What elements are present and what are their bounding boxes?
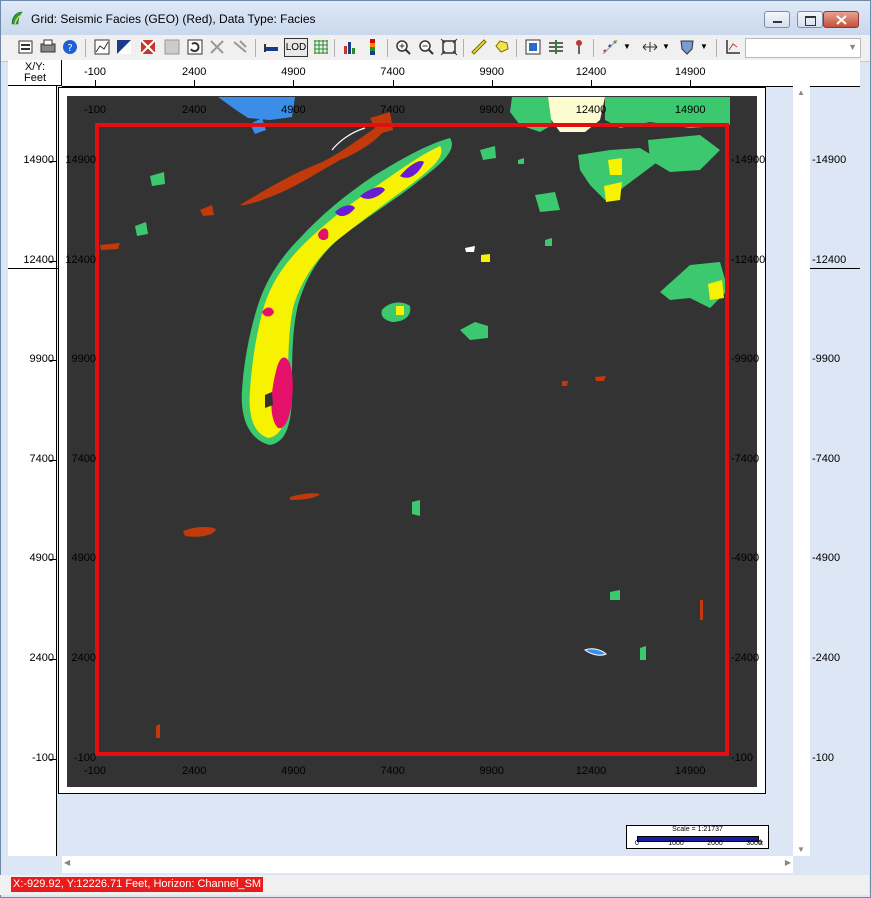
map-x-tick-top: 2400 [181, 104, 207, 116]
top-ruler-tick-label: 4900 [281, 66, 306, 78]
map-background [67, 96, 757, 787]
right-ruler-tick-label: -7400 [812, 452, 841, 465]
map-x-tick-bottom: -100 [83, 765, 107, 777]
yellow-cluster-center [396, 306, 404, 315]
scale-bar-line [637, 836, 759, 842]
map-x-tick-top: 7400 [380, 104, 405, 116]
map-y-tick-left: 12400 [65, 253, 96, 266]
top-ruler-tick-label: 2400 [181, 66, 207, 78]
map-y-tick-right: -14900 [731, 154, 766, 166]
map-y-tick-right: -2400 [731, 652, 760, 664]
left-ruler-tick-mark [50, 161, 56, 162]
left-ruler-tick-mark [50, 260, 56, 262]
scroll-right-icon[interactable]: ▶ [785, 858, 791, 867]
vertical-scrollbar[interactable]: ▲ ▼ [793, 86, 810, 856]
left-ruler-tick-label: 9900 [29, 353, 54, 366]
left-ruler-tick-mark [50, 758, 56, 760]
green-small-3 [640, 646, 646, 660]
map-y-tick-right: -7400 [731, 452, 760, 465]
top-ruler-tick-label: -100 [83, 66, 107, 78]
top-ruler-tick-label: 12400 [575, 66, 607, 78]
map-x-tick-top: -100 [83, 104, 107, 116]
top-ruler-tick-mark [690, 80, 692, 86]
scale-bar: Scale = 1:21737 0 1000 2000 3000 ft [626, 825, 769, 849]
orange-small-3 [562, 381, 568, 386]
map-x-tick-top: 14900 [674, 104, 706, 116]
map-x-tick-bottom: 12400 [575, 765, 607, 777]
cursor-status: X:-929.92, Y:12226.71 Feet, Horizon: Cha… [11, 877, 264, 892]
left-ruler-tick-label: 7400 [29, 452, 54, 465]
right-ruler-tick-label: -2400 [812, 652, 841, 664]
scale-title: Scale = 1:21737 [672, 826, 723, 833]
map-y-tick-right: -100 [731, 751, 754, 764]
map-y-tick-left: 7400 [71, 452, 96, 465]
horizontal-scrollbar[interactable]: ◀ ▶ [62, 856, 793, 873]
map-x-tick-top: 9900 [479, 104, 505, 116]
map-y-tick-left: 4900 [71, 552, 96, 565]
left-ruler-tick-label: -100 [31, 751, 54, 764]
scroll-down-icon[interactable]: ▼ [797, 845, 805, 854]
left-ruler-tick-label: 2400 [29, 652, 54, 664]
map-x-tick-bottom: 2400 [181, 765, 207, 777]
green-cluster-south [412, 500, 420, 516]
scale-unit: ft [759, 840, 763, 847]
right-ruler-cursor-line [810, 268, 860, 269]
map-x-tick-bottom: 4900 [281, 765, 306, 777]
scale-tick-label: 2000 [707, 840, 723, 847]
right-ruler-tick-label: -4900 [812, 552, 841, 565]
left-ruler-tick-mark [50, 559, 56, 561]
scale-tick-label: 0 [635, 840, 639, 847]
map-y-tick-left: 14900 [65, 154, 96, 166]
orange-small-5 [156, 724, 160, 738]
top-ruler-tick-label: 7400 [380, 66, 405, 78]
left-ruler-tick-label: 12400 [23, 253, 54, 266]
top-ruler-tick-label: 14900 [674, 66, 706, 78]
top-ruler-tick-mark [491, 80, 493, 86]
left-ruler-tick-label: 14900 [23, 154, 54, 166]
map-x-tick-bottom: 7400 [380, 765, 405, 777]
top-ruler-tick-mark [95, 80, 96, 86]
top-ruler-tick-label: 9900 [479, 66, 505, 78]
right-ruler-tick-label: -12400 [812, 253, 847, 266]
top-ruler-tick-mark [293, 80, 295, 86]
map-x-tick-top: 12400 [575, 104, 607, 116]
scale-tick-label: 1000 [668, 840, 684, 847]
right-ruler-tick-label: -100 [812, 751, 835, 764]
map-x-tick-bottom: 14900 [674, 765, 706, 777]
map-y-tick-left: -100 [73, 751, 96, 764]
status-bar: X:-929.92, Y:12226.71 Feet, Horizon: Cha… [0, 875, 869, 895]
map-y-tick-right: -9900 [731, 353, 760, 366]
orange-small-4 [700, 600, 703, 620]
map-y-tick-right: -4900 [731, 552, 760, 565]
yellow-small-1 [481, 254, 490, 262]
map-x-tick-top: 4900 [281, 104, 306, 116]
map-x-tick-bottom: 9900 [479, 765, 505, 777]
map-y-tick-left: 9900 [71, 353, 96, 366]
top-ruler-tick-mark [591, 80, 592, 86]
left-ruler-tick-label: 4900 [29, 552, 54, 565]
top-ruler-tick-mark [392, 80, 394, 86]
scroll-up-icon[interactable]: ▲ [797, 88, 805, 97]
yellow-cluster-ne-1 [608, 158, 622, 175]
left-ruler-tick-mark [50, 659, 56, 660]
scroll-left-icon[interactable]: ◀ [64, 858, 70, 867]
right-ruler-tick-label: -9900 [812, 353, 841, 366]
map-y-tick-left: 2400 [71, 652, 96, 664]
right-ruler-tick-label: -14900 [812, 154, 847, 166]
left-ruler-tick-mark [50, 459, 56, 461]
map-y-tick-right: -12400 [731, 253, 766, 266]
top-ruler-tick-mark [194, 80, 196, 86]
left-ruler-tick-mark [50, 360, 56, 362]
